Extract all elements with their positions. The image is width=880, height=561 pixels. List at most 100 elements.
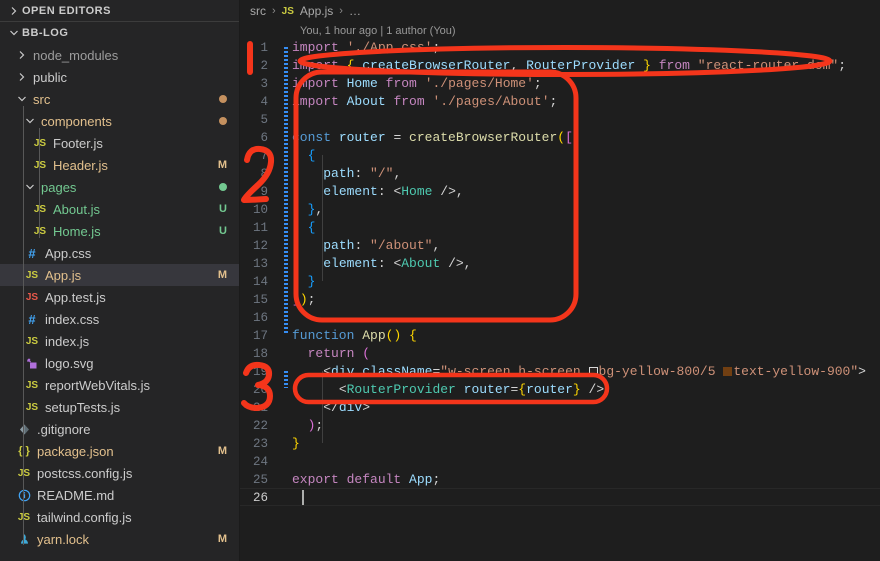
code-text: }, [292,201,880,219]
breadcrumb-folder[interactable]: src [250,4,266,18]
indent-guide [322,371,323,425]
line-number: 8 [260,167,268,181]
info-circle-icon [14,489,34,502]
tree-item-label: App.js [45,267,82,283]
code-editor: src › JS App.js › … You, 1 hour ago | 1 … [240,0,880,561]
line-number: 16 [252,311,268,325]
code-line[interactable]: 6 const router = createBrowserRouter([ [240,129,880,147]
code-line[interactable]: 13 element: <About />, [240,255,880,273]
token: , [393,166,402,181]
token: } [307,274,316,289]
code-text: <div className="w-screen h-screen bg-yel… [292,363,880,381]
token: ; [432,472,441,487]
code-line[interactable]: 23} [240,435,880,453]
code-line[interactable]: 11 { [240,219,880,237]
code-line[interactable]: 21 </div> [240,399,880,417]
code-line[interactable]: 7 { [240,147,880,165]
code-line[interactable]: 17 function App() { [240,327,880,345]
code-line[interactable]: 14 } [240,273,880,291]
token: './pages/Home' [424,76,534,91]
tree-item-index-js[interactable]: JS index.js [0,330,239,352]
tree-item-components[interactable]: components [0,110,239,132]
tree-item-app-js[interactable]: JS App.js M [0,264,239,286]
token: < [338,382,347,397]
code-line[interactable]: 15]); [240,291,880,309]
token: path [323,166,355,181]
code-line[interactable]: 24 [240,453,880,471]
code-line[interactable]: 22 ); [240,417,880,435]
code-line[interactable]: 16 [240,309,880,327]
tree-item-postcss-config-js[interactable]: JSpostcss.config.js [0,462,239,484]
tree-item-footer-js[interactable]: JSFooter.js [0,132,239,154]
tree-item-header-js[interactable]: JSHeader.js M [0,154,239,176]
code-line[interactable]: 25 export default App; [240,471,880,489]
chevron-right-icon[interactable] [14,72,30,82]
tree-item--gitignore[interactable]: .gitignore [0,418,239,440]
breadcrumb-file[interactable]: App.js [300,4,333,18]
tree-item-public[interactable]: public [0,66,239,88]
line-number: 24 [252,455,268,469]
breadcrumb[interactable]: src › JS App.js › … [240,0,880,22]
tree-item-logo-svg[interactable]: logo.svg [0,352,239,374]
token: "react-router-dom" [697,58,839,73]
tree-item-home-js[interactable]: JSHome.js U [0,220,239,242]
status-dot [219,95,227,103]
tree-item-yarn-lock[interactable]: yarn.lock M [0,528,239,550]
tree-item-about-js[interactable]: JSAbout.js U [0,198,239,220]
code-line[interactable]: 8 path: "/", [240,165,880,183]
chevron-down-icon[interactable] [22,116,38,126]
code-line[interactable]: 5 [240,111,880,129]
code-line[interactable]: 20 <RouterProvider router={router} /> [240,381,880,399]
tree-item-package-json[interactable]: { } package.json M [0,440,239,462]
token: element [323,256,378,271]
token: : [354,238,371,253]
section-project-root[interactable]: BB-LOG [0,22,239,44]
tree-item-label: About.js [53,201,100,217]
code-line[interactable]: 19 <div className="w-screen h-screen bg-… [240,363,880,381]
code-line[interactable]: 26 [240,489,880,507]
color-swatch-text-yellow-900 [723,367,733,376]
tree-item-label: setupTests.js [45,399,121,415]
code-line[interactable]: 10 }, [240,201,880,219]
code-line[interactable]: 3 import Home from './pages/Home'; [240,75,880,93]
tree-item-label: postcss.config.js [37,465,133,481]
token: ( [362,346,371,361]
tree-item-readme-md[interactable]: README.md [0,484,239,506]
tree-item-app-css[interactable]: # App.css [0,242,239,264]
code-text: { [292,147,880,165]
token: ; [549,94,558,109]
code-line[interactable]: 12 path: "/about", [240,237,880,255]
code-line[interactable]: 9 element: <Home />, [240,183,880,201]
color-swatch-bg-yellow-800/5 [588,367,598,376]
code-line[interactable]: 2 import { createBrowserRouter, RouterPro… [240,57,880,75]
tree-item-src[interactable]: src [0,88,239,110]
token: = [385,130,410,145]
code-lens-authorship[interactable]: You, 1 hour ago | 1 author (You) [240,22,880,39]
code-line[interactable]: 18 return ( [240,345,880,363]
section-open-editors[interactable]: OPEN EDITORS [0,0,239,22]
yarn-icon [14,533,34,546]
tree-item-pages[interactable]: pages [0,176,239,198]
chevron-down-icon[interactable] [22,182,38,192]
tree-item-reportwebvitals-js[interactable]: JS reportWebVitals.js [0,374,239,396]
token: import [292,58,339,73]
code-line[interactable]: 4 import About from './pages/About'; [240,93,880,111]
line-number: 6 [260,131,268,145]
code-line[interactable]: 1 import './App.css'; [240,39,880,57]
token: RouterProvider [346,382,456,397]
chevron-down-icon[interactable] [14,94,30,104]
code-lines[interactable]: 1 import './App.css'; 2 import { createBrow… [240,39,880,507]
tree-item-index-css[interactable]: # index.css [0,308,239,330]
tree-item-label: public [33,69,67,85]
breadcrumb-ellipsis[interactable]: … [349,4,361,18]
vscode-window: OPEN EDITORS BB-LOG node_modulespublic sr… [0,0,880,561]
tree-item-app-test-js[interactable]: JS App.test.js [0,286,239,308]
tree-item-setuptests-js[interactable]: JS setupTests.js [0,396,239,418]
tree-item-tailwind-config-js[interactable]: JStailwind.config.js [0,506,239,528]
code-text: import Home from './pages/Home'; [292,75,880,93]
indent-guide [322,155,323,281]
line-number: 14 [252,275,268,289]
chevron-right-icon[interactable] [14,50,30,60]
tree-item-node-modules[interactable]: node_modules [0,44,239,66]
